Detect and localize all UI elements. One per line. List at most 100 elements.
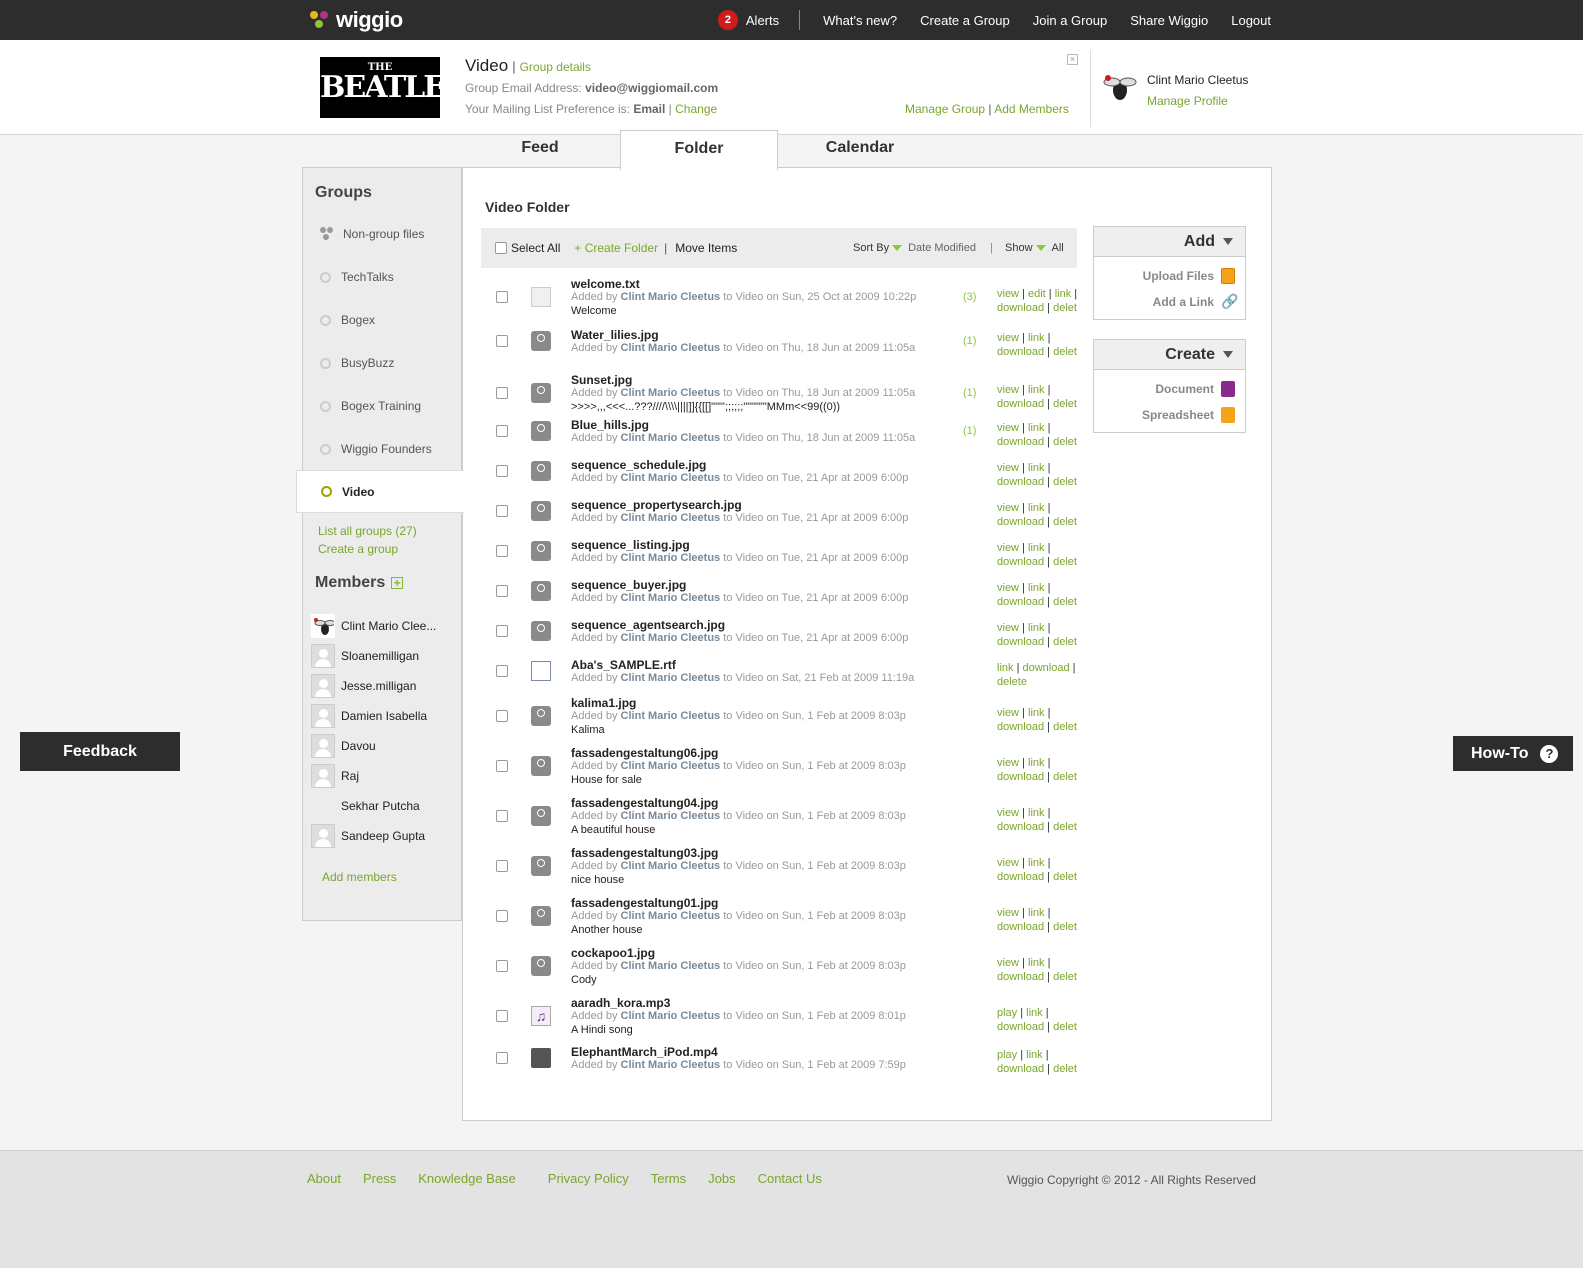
file-name-link[interactable]: sequence_propertysearch.jpg [571, 498, 742, 512]
file-name-link[interactable]: aaradh_kora.mp3 [571, 996, 670, 1010]
tab-folder[interactable]: Folder [620, 130, 778, 170]
sidebar-item-video[interactable]: Video [296, 470, 464, 513]
download-action-link[interactable]: download [997, 346, 1044, 358]
file-checkbox[interactable] [496, 960, 508, 972]
delete-action-link[interactable]: delete [997, 676, 1027, 688]
nav-alerts[interactable]: Alerts [746, 13, 779, 28]
delet-action-link[interactable]: delet [1053, 556, 1077, 568]
sidebar-item-bogex[interactable]: Bogex [303, 304, 463, 336]
download-action-link[interactable]: download [997, 771, 1044, 783]
edit-action-link[interactable]: edit [1028, 288, 1046, 300]
file-name-link[interactable]: sequence_listing.jpg [571, 538, 690, 552]
add-link-button[interactable]: Add a Link 🔗 [1094, 289, 1245, 315]
member-item[interactable]: Jesse.milligan [311, 672, 461, 700]
file-checkbox[interactable] [496, 1052, 508, 1064]
download-action-link[interactable]: download [997, 1063, 1044, 1075]
member-item[interactable]: Sandeep Gupta [311, 822, 461, 850]
footer-contact-link[interactable]: Contact Us [758, 1171, 822, 1186]
view-action-link[interactable]: view [997, 332, 1019, 344]
footer-press-link[interactable]: Press [363, 1171, 396, 1186]
file-author[interactable]: Clint Mario Cleetus [621, 632, 721, 644]
download-action-link[interactable]: download [997, 302, 1044, 314]
view-action-link[interactable]: view [997, 542, 1019, 554]
file-author[interactable]: Clint Mario Cleetus [621, 432, 721, 444]
sidebar-item-wiggio-founders[interactable]: Wiggio Founders [303, 433, 463, 465]
file-author[interactable]: Clint Mario Cleetus [621, 910, 721, 922]
view-action-link[interactable]: view [997, 422, 1019, 434]
footer-terms-link[interactable]: Terms [651, 1171, 686, 1186]
download-action-link[interactable]: download [997, 596, 1044, 608]
download-action-link[interactable]: download [1023, 662, 1070, 674]
file-checkbox[interactable] [496, 505, 508, 517]
file-checkbox[interactable] [496, 585, 508, 597]
view-action-link[interactable]: view [997, 707, 1019, 719]
link-action-link[interactable]: link [997, 662, 1014, 674]
file-checkbox[interactable] [496, 545, 508, 557]
file-checkbox[interactable] [496, 710, 508, 722]
file-name-link[interactable]: fassadengestaltung03.jpg [571, 846, 718, 860]
file-name-link[interactable]: sequence_buyer.jpg [571, 578, 686, 592]
change-pref-link[interactable]: Change [675, 102, 717, 116]
link-action-link[interactable]: link [1028, 857, 1045, 869]
view-action-link[interactable]: view [997, 462, 1019, 474]
download-action-link[interactable]: download [997, 871, 1044, 883]
file-author[interactable]: Clint Mario Cleetus [621, 592, 721, 604]
show-filter-dropdown[interactable]: Show All [1005, 242, 1064, 254]
file-name-link[interactable]: welcome.txt [571, 277, 640, 291]
file-checkbox[interactable] [496, 665, 508, 677]
member-item[interactable]: Sloanemilligan [311, 642, 461, 670]
nav-logout[interactable]: Logout [1231, 13, 1271, 28]
comment-count[interactable]: (3) [963, 291, 976, 303]
file-author[interactable]: Clint Mario Cleetus [621, 810, 721, 822]
delet-action-link[interactable]: delet [1053, 398, 1077, 410]
view-action-link[interactable]: view [997, 288, 1019, 300]
view-action-link[interactable]: view [997, 622, 1019, 634]
wiggio-logo[interactable]: wiggio [310, 7, 403, 33]
delet-action-link[interactable]: delet [1053, 596, 1077, 608]
member-item[interactable]: Damien Isabella [311, 702, 461, 730]
file-checkbox[interactable] [496, 465, 508, 477]
delet-action-link[interactable]: delet [1053, 302, 1077, 314]
link-action-link[interactable]: link [1028, 757, 1045, 769]
create-group-link[interactable]: Create a group [318, 542, 398, 556]
file-author[interactable]: Clint Mario Cleetus [621, 860, 721, 872]
download-action-link[interactable]: download [997, 398, 1044, 410]
file-name-link[interactable]: Blue_hills.jpg [571, 418, 649, 432]
member-item[interactable]: Davou [311, 732, 461, 760]
download-action-link[interactable]: download [997, 971, 1044, 983]
file-checkbox[interactable] [496, 810, 508, 822]
tab-calendar[interactable]: Calendar [810, 130, 910, 168]
delet-action-link[interactable]: delet [1053, 721, 1077, 733]
nav-whats-new[interactable]: What's new? [823, 13, 897, 28]
download-action-link[interactable]: download [997, 436, 1044, 448]
link-action-link[interactable]: link [1028, 542, 1045, 554]
link-action-link[interactable]: link [1028, 807, 1045, 819]
link-action-link[interactable]: link [1028, 422, 1045, 434]
tab-feed[interactable]: Feed [490, 130, 590, 168]
download-action-link[interactable]: download [997, 476, 1044, 488]
delet-action-link[interactable]: delet [1053, 636, 1077, 648]
file-checkbox[interactable] [496, 625, 508, 637]
file-author[interactable]: Clint Mario Cleetus [621, 552, 721, 564]
file-author[interactable]: Clint Mario Cleetus [621, 710, 721, 722]
download-action-link[interactable]: download [997, 556, 1044, 568]
create-spreadsheet-button[interactable]: Spreadsheet [1094, 402, 1245, 428]
file-name-link[interactable]: ElephantMarch_iPod.mp4 [571, 1045, 718, 1059]
alert-count-badge[interactable]: 2 [717, 10, 738, 30]
view-action-link[interactable]: view [997, 757, 1019, 769]
sort-by-dropdown[interactable]: Sort By Date Modified | [853, 242, 993, 254]
play-action-link[interactable]: play [997, 1007, 1017, 1019]
list-all-groups-link[interactable]: List all groups (27) [318, 524, 417, 538]
view-action-link[interactable]: view [997, 582, 1019, 594]
download-action-link[interactable]: download [997, 636, 1044, 648]
link-action-link[interactable]: link [1028, 384, 1045, 396]
select-all-checkbox[interactable]: Select All [495, 241, 560, 255]
member-item[interactable]: Clint Mario Clee... [311, 612, 461, 640]
comment-count[interactable]: (1) [963, 425, 976, 437]
file-author[interactable]: Clint Mario Cleetus [621, 472, 721, 484]
delet-action-link[interactable]: delet [1053, 1063, 1077, 1075]
feedback-button[interactable]: Feedback [20, 732, 180, 771]
footer-knowledge-base-link[interactable]: Knowledge Base [418, 1171, 516, 1186]
file-author[interactable]: Clint Mario Cleetus [621, 291, 721, 303]
view-action-link[interactable]: view [997, 384, 1019, 396]
